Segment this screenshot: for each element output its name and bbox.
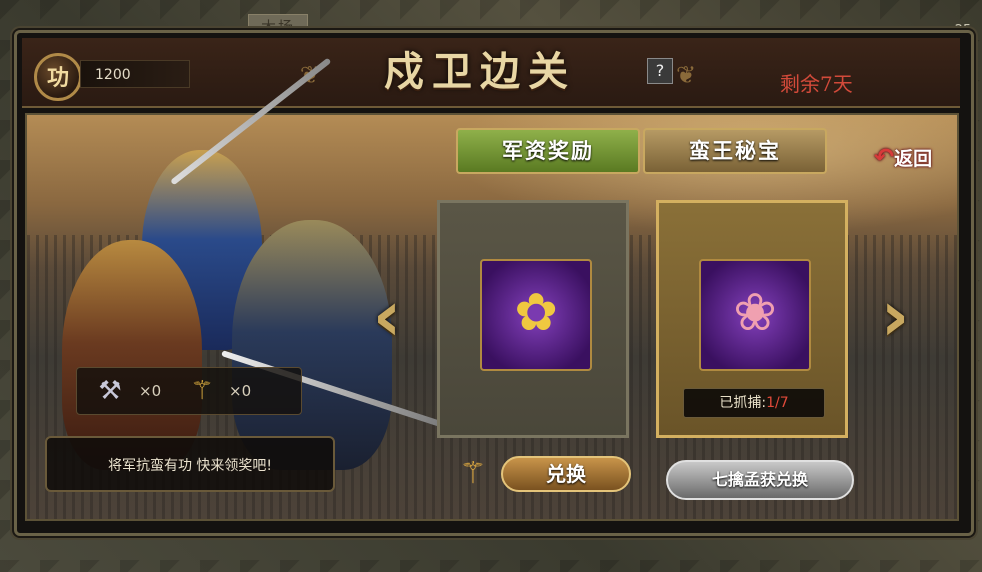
item-counts: ⚒ ×0 ⚚ ×0 bbox=[76, 367, 302, 415]
exchange-group: ⚚ 兑换 bbox=[445, 452, 635, 496]
title-ornament-left-icon: ❦ bbox=[200, 58, 320, 92]
return-label: 返回 bbox=[894, 148, 933, 170]
plum-blossom-table-icon: ❀ bbox=[733, 283, 777, 343]
reward-card-selected[interactable]: ❀ 已抓捕:1/7 bbox=[656, 200, 848, 438]
reward-image: ✿ bbox=[480, 259, 592, 371]
help-button[interactable]: ? bbox=[647, 58, 673, 84]
scepter-count: ×0 bbox=[229, 382, 252, 400]
mace-count: ×0 bbox=[139, 382, 162, 400]
reward-image: ❀ bbox=[699, 259, 811, 371]
captured-status: 已抓捕:1/7 bbox=[683, 388, 825, 418]
merit-icon: 功 bbox=[34, 53, 82, 101]
prev-arrow-icon[interactable]: ‹ bbox=[352, 276, 422, 356]
mace-icon: ⚒ bbox=[98, 376, 122, 406]
captured-label: 已抓捕: bbox=[719, 395, 767, 411]
page-title: 戍卫边关 bbox=[384, 48, 576, 95]
gold-lotus-icon: ✿ bbox=[514, 283, 558, 343]
exchange-button[interactable]: 兑换 bbox=[501, 456, 631, 492]
tab-reward[interactable]: 军资奖励 bbox=[456, 128, 640, 174]
return-arrow-icon: ↶ bbox=[874, 143, 895, 171]
remaining-days: 剩余7天 bbox=[780, 72, 853, 96]
captured-count: 1/7 bbox=[766, 395, 789, 411]
reward-message: 将军抗蛮有功 快来领奖吧! bbox=[45, 436, 335, 492]
golden-scepter-icon: ⚚ bbox=[190, 376, 214, 406]
return-button[interactable]: ↶返回 bbox=[874, 140, 950, 174]
next-arrow-icon[interactable]: › bbox=[860, 276, 930, 356]
golden-scepter-icon: ⚚ bbox=[459, 456, 487, 491]
tab-treasure[interactable]: 蛮王秘宝 bbox=[643, 128, 827, 174]
reward-card[interactable]: ✿ bbox=[437, 200, 629, 438]
seven-capture-exchange-button[interactable]: 七擒孟获兑换 bbox=[666, 460, 854, 500]
merit-value: 1200 bbox=[80, 60, 190, 88]
title-ornament-right-icon: ❦ bbox=[676, 61, 697, 89]
